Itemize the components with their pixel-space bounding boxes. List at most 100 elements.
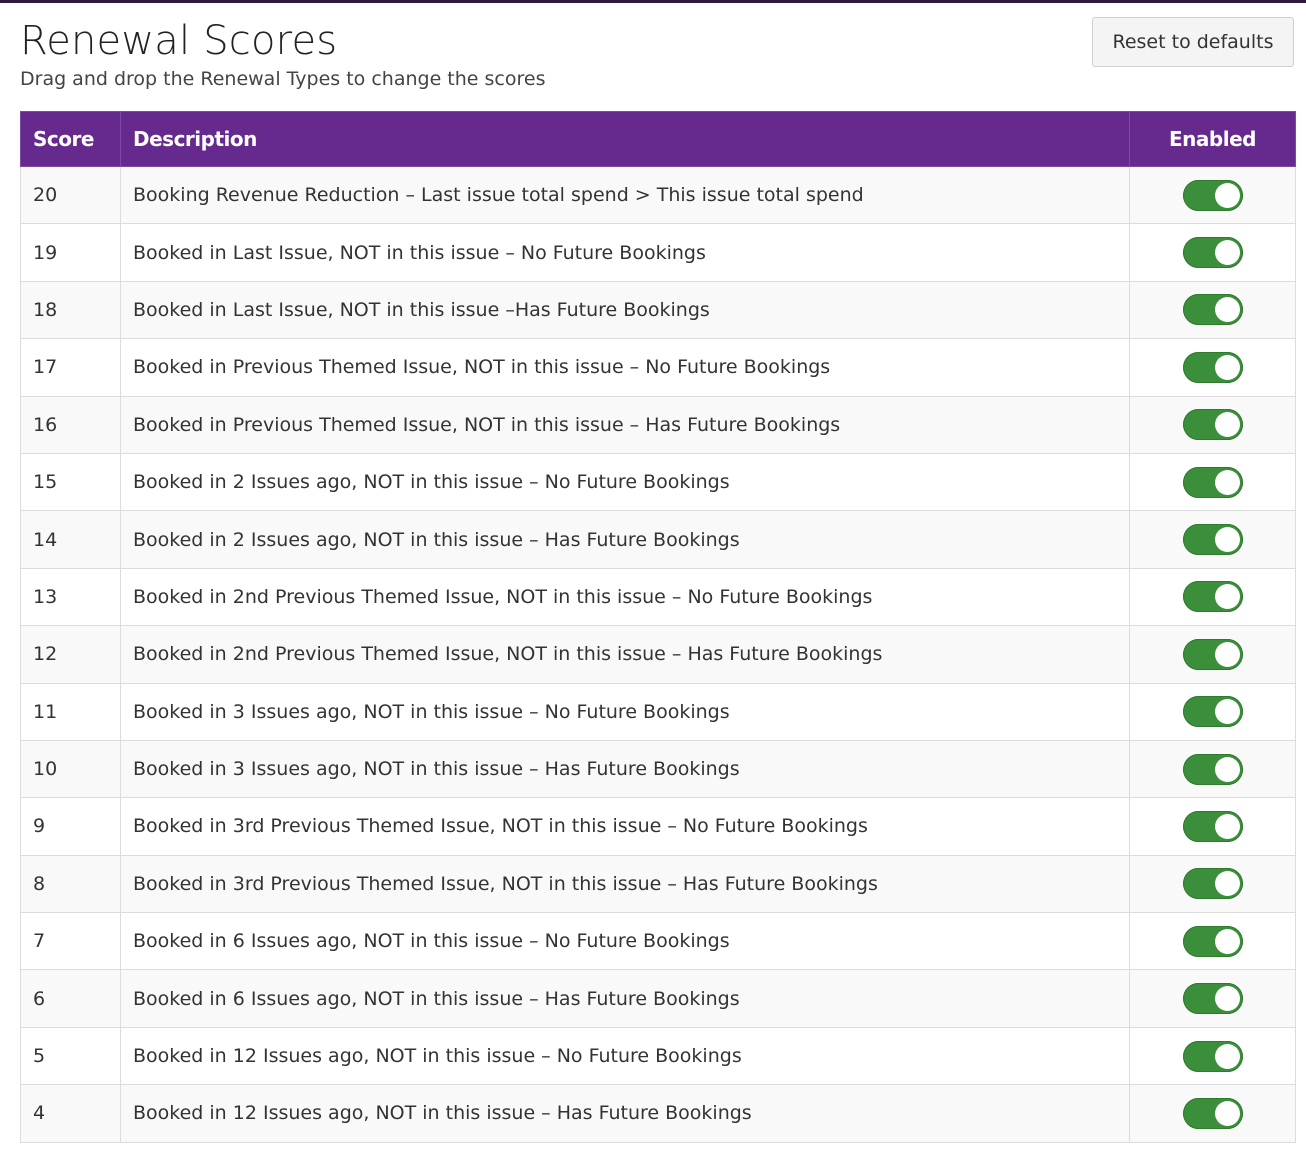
enabled-toggle[interactable] [1182,925,1243,957]
enabled-cell [1129,223,1296,282]
score-cell: 8 [20,854,121,914]
enabled-toggle[interactable] [1182,753,1243,785]
score-cell: 10 [20,739,121,799]
enabled-toggle[interactable] [1182,351,1243,383]
score-cell: 9 [20,797,121,856]
table-row[interactable]: 6 Booked in 6 Issues ago, NOT in this iss… [20,969,1296,1028]
page-header: Renewal Scores Drag and drop the Renewal… [20,17,1294,107]
enabled-toggle[interactable] [1182,696,1243,728]
table-row[interactable]: 10 Booked in 3 Issues ago, NOT in this is… [20,739,1296,799]
enabled-cell [1129,510,1296,569]
enabled-toggle[interactable] [1182,810,1243,842]
column-header-score: Score [20,111,121,167]
enabled-toggle[interactable] [1182,638,1243,670]
description-cell: Booked in Previous Themed Issue, NOT in … [120,395,1130,454]
toggle-knob [1214,584,1240,610]
description-cell: Booked in 2nd Previous Themed Issue, NOT… [120,625,1130,684]
enabled-cell [1129,452,1296,512]
table-row[interactable]: 20 Booking Revenue Reduction – Last issue… [20,165,1296,225]
toggle-knob [1214,641,1240,667]
enabled-cell [1129,969,1296,1028]
enabled-cell [1129,739,1296,799]
enabled-toggle[interactable] [1182,1097,1243,1129]
table-row[interactable]: 18 Booked in Last Issue, NOT in this issu… [20,280,1296,340]
enabled-toggle[interactable] [1182,868,1243,900]
enabled-toggle[interactable] [1182,179,1243,211]
description-cell: Booked in 3rd Previous Themed Issue, NOT… [120,797,1130,856]
table-row[interactable]: 15 Booked in 2 Issues ago, NOT in this is… [20,452,1296,512]
enabled-toggle[interactable] [1182,983,1243,1015]
enabled-toggle[interactable] [1182,237,1243,269]
toggle-knob [1214,986,1240,1012]
score-cell: 7 [20,912,121,971]
enabled-toggle[interactable] [1182,466,1243,498]
description-cell: Booked in 3 Issues ago, NOT in this issu… [120,682,1130,741]
description-cell: Booked in 12 Issues ago, NOT in this iss… [120,1084,1130,1143]
score-cell: 19 [20,223,121,282]
score-cell: 16 [20,395,121,454]
page-subtitle: Drag and drop the Renewal Types to chang… [20,68,546,90]
toggle-knob [1214,871,1240,897]
toggle-knob [1214,756,1240,782]
enabled-cell [1129,1084,1296,1143]
enabled-cell [1129,338,1296,397]
enabled-toggle[interactable] [1182,1040,1243,1072]
table-row[interactable]: 5 Booked in 12 Issues ago, NOT in this is… [20,1026,1296,1086]
table-row[interactable]: 11 Booked in 3 Issues ago, NOT in this is… [20,682,1296,741]
description-cell: Booked in Last Issue, NOT in this issue … [120,280,1130,340]
toggle-knob [1214,928,1240,954]
table-row[interactable]: 19 Booked in Last Issue, NOT in this issu… [20,223,1296,282]
toggle-knob [1214,1100,1240,1126]
table-body: 20 Booking Revenue Reduction – Last issue… [20,165,1296,1143]
table-row[interactable]: 4 Booked in 12 Issues ago, NOT in this is… [20,1084,1296,1143]
score-cell: 13 [20,567,121,627]
description-cell: Booked in 3 Issues ago, NOT in this issu… [120,739,1130,799]
table-row[interactable]: 17 Booked in Previous Themed Issue, NOT i… [20,338,1296,397]
table-row[interactable]: 16 Booked in Previous Themed Issue, NOT i… [20,395,1296,454]
enabled-cell [1129,682,1296,741]
enabled-toggle[interactable] [1182,524,1243,556]
toggle-knob [1214,412,1240,438]
enabled-toggle[interactable] [1182,294,1243,326]
enabled-cell [1129,797,1296,856]
enabled-cell [1129,912,1296,971]
score-cell: 12 [20,625,121,684]
toggle-knob [1214,1043,1240,1069]
table-row[interactable]: 9 Booked in 3rd Previous Themed Issue, NO… [20,797,1296,856]
description-cell: Booked in 2 Issues ago, NOT in this issu… [120,510,1130,569]
enabled-cell [1129,1026,1296,1086]
toggle-knob [1214,354,1240,380]
toggle-knob [1214,297,1240,323]
renewal-scores-table: Score Description Enabled 20 Booking Reve… [20,111,1296,1143]
score-cell: 11 [20,682,121,741]
table-row[interactable]: 8 Booked in 3rd Previous Themed Issue, NO… [20,854,1296,914]
score-cell: 5 [20,1026,121,1086]
enabled-toggle[interactable] [1182,409,1243,441]
description-cell: Booking Revenue Reduction – Last issue t… [120,165,1130,225]
reset-to-defaults-button[interactable]: Reset to defaults [1092,17,1294,67]
score-cell: 20 [20,165,121,225]
table-row[interactable]: 12 Booked in 2nd Previous Themed Issue, N… [20,625,1296,684]
table-row[interactable]: 7 Booked in 6 Issues ago, NOT in this iss… [20,912,1296,971]
enabled-cell [1129,280,1296,340]
toggle-knob [1214,469,1240,495]
score-cell: 17 [20,338,121,397]
toggle-knob [1214,527,1240,553]
score-cell: 15 [20,452,121,512]
toggle-knob [1214,240,1240,266]
score-cell: 6 [20,969,121,1028]
enabled-toggle[interactable] [1182,581,1243,613]
table-row[interactable]: 14 Booked in 2 Issues ago, NOT in this is… [20,510,1296,569]
enabled-cell [1129,567,1296,627]
enabled-cell [1129,625,1296,684]
description-cell: Booked in 6 Issues ago, NOT in this issu… [120,969,1130,1028]
table-header-row: Score Description Enabled [20,111,1296,167]
enabled-cell [1129,395,1296,454]
description-cell: Booked in 2 Issues ago, NOT in this issu… [120,452,1130,512]
column-header-enabled: Enabled [1129,111,1296,167]
enabled-cell [1129,165,1296,225]
table-row[interactable]: 13 Booked in 2nd Previous Themed Issue, N… [20,567,1296,627]
description-cell: Booked in 2nd Previous Themed Issue, NOT… [120,567,1130,627]
description-cell: Booked in 3rd Previous Themed Issue, NOT… [120,854,1130,914]
score-cell: 4 [20,1084,121,1143]
